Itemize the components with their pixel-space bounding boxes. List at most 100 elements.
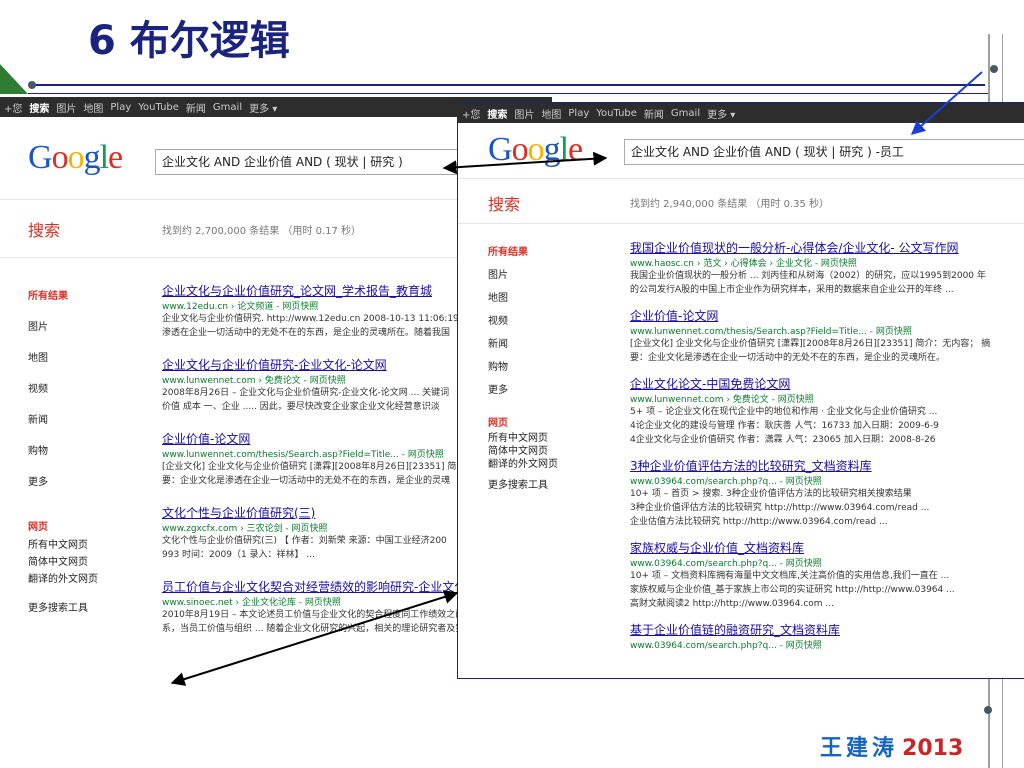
result-title-link[interactable]: 我国企业价值现状的一般分析-心得体会/企业文化- 公文写作网 xyxy=(630,239,1024,256)
sidebar-item[interactable]: 新闻 xyxy=(28,411,98,442)
result-item: 3种企业价值评估方法的比较研究_文档资料库 www.03964.com/searc… xyxy=(630,457,1024,529)
right-sidebar: 所有结果 图片 地图 视频 新闻 购物 更多网页 所有中文网页 简体中文网页 翻译的外文网页 更多搜… xyxy=(488,243,558,491)
underline-right-dot xyxy=(990,65,998,73)
title-underline-secondary xyxy=(28,93,988,94)
result-title-link[interactable]: 3种企业价值评估方法的比较研究_文档资料库 xyxy=(630,457,1024,474)
google-logo: Google xyxy=(488,131,583,169)
topbar-link[interactable]: Gmail xyxy=(671,108,700,119)
result-url[interactable]: www.03964.com/search.php?q... - 网页快照 xyxy=(630,474,1024,487)
stats-divider xyxy=(458,223,1024,224)
result-item: 基于企业价值链的融资研究_文档资料库 www.03964.com/search.p… xyxy=(630,621,1024,651)
result-snippet: 的公司发行A股的中国上市企业作为研究样本，采用的数据来自企业公开的年终 ... xyxy=(630,285,954,295)
sidebar-item[interactable]: 更多 xyxy=(488,381,558,404)
result-stats: 找到约 2,940,000 条结果 （用时 0.35 秒） xyxy=(630,199,830,210)
result-snippet: 企业估值方法比较研究 http://http://www.03964.com/r… xyxy=(630,517,888,527)
result-url[interactable]: www.03964.com/search.php?q... - 网页快照 xyxy=(630,638,1024,651)
title-underline xyxy=(30,84,985,86)
result-stats: 找到约 2,700,000 条结果 （用时 0.17 秒） xyxy=(162,226,362,237)
logo-letter: G xyxy=(488,131,513,168)
result-url[interactable]: www.lunwennet.com/thesis/Search.asp?Fiel… xyxy=(630,324,1024,337)
result-title-link[interactable]: 企业文化论文-中国免费论文网 xyxy=(630,375,1024,392)
header-divider xyxy=(458,178,1024,179)
sidebar-subitem[interactable]: 简体中文网页 xyxy=(488,442,558,457)
result-snippet: 高财文献阅读2 http://http://www.03964.com ... xyxy=(630,599,835,609)
topbar-link[interactable]: 图片 xyxy=(56,100,76,115)
sidebar-item[interactable]: 所有结果 xyxy=(28,287,98,318)
logo-letter: g xyxy=(83,139,101,176)
author-credit: 王建涛 2013 xyxy=(820,730,963,762)
sidebar-subitem[interactable]: 所有中文网页 xyxy=(28,536,98,553)
logo-letter: o xyxy=(51,139,69,176)
result-url[interactable]: www.haosc.cn › 范文 › 心得体会 › 企业文化 - 网页快照 xyxy=(630,256,1024,269)
result-url[interactable]: www.03964.com/search.php?q... - 网页快照 xyxy=(630,556,1024,569)
left-sidebar: 所有结果 图片 地图 视频 新闻 购物 更多网页所有中文网页 简体中文网页 翻译的外文网页 更多搜… xyxy=(28,287,98,614)
result-snippet: 10+ 项 – 首页 > 搜索. 3种企业价值评估方法的比较研究相关搜索结果 xyxy=(630,489,912,499)
google-logo: Google xyxy=(28,139,123,177)
result-item: 家族权威与企业价值_文档资料库 www.03964.com/search.php?… xyxy=(630,539,1024,611)
logo-letter: l xyxy=(99,139,110,176)
author-year: 2013 xyxy=(902,736,964,761)
logo-letter: e xyxy=(108,139,123,176)
topbar-link[interactable]: Play xyxy=(568,108,589,119)
search-heading: 搜索 xyxy=(488,195,521,214)
rule-bottom-dot xyxy=(984,706,992,714)
topbar-link[interactable]: +您 xyxy=(4,100,22,115)
sidebar-item[interactable]: 地图 xyxy=(28,349,98,380)
logo-letter: e xyxy=(568,131,583,168)
result-snippet: 家族权威与企业价值_基于家族上市公司的实证研究 http://http://ww… xyxy=(630,585,955,595)
result-title-link[interactable]: 企业价值-论文网 xyxy=(630,307,1024,324)
sidebar-item[interactable]: 视频 xyxy=(28,380,98,411)
result-item: 企业文化论文-中国免费论文网 www.lunwennet.com › 免费论文 -… xyxy=(630,375,1024,447)
topbar-link[interactable]: YouTube xyxy=(596,108,637,119)
result-snippet: 4企业文化与企业价值研究 作者：潇霖 人气：23065 加入日期：2008-8-… xyxy=(630,435,936,445)
topbar-link[interactable]: 更多 ▾ xyxy=(249,100,277,115)
sidebar-item[interactable]: 地图 xyxy=(488,289,558,312)
logo-letter: o xyxy=(67,139,85,176)
result-snippet: 5+ 项 – 论企业文化在现代企业中的地位和作用 · 企业文化与企业价值研究 .… xyxy=(630,407,938,417)
topbar-link[interactable]: 地图 xyxy=(541,106,561,121)
sidebar-subitem[interactable]: 简体中文网页 xyxy=(28,553,98,570)
sidebar-item[interactable]: 图片 xyxy=(488,266,558,289)
topbar-link[interactable]: 搜索 xyxy=(487,106,507,121)
sidebar-tools-link[interactable]: 更多搜索工具 xyxy=(488,476,558,491)
topbar-link[interactable]: Play xyxy=(110,102,131,113)
result-snippet: 我国企业价值现状的一般分析 ... 刘丙佳和从树海（2002）的研究，应以199… xyxy=(630,271,986,281)
sidebar-tools-link[interactable]: 更多搜索工具 xyxy=(28,599,98,614)
sidebar-item[interactable]: 图片 xyxy=(28,318,98,349)
topbar-link[interactable]: Gmail xyxy=(213,102,242,113)
result-title-link[interactable]: 家族权威与企业价值_文档资料库 xyxy=(630,539,1024,556)
topbar-link[interactable]: YouTube xyxy=(138,102,179,113)
sidebar-item[interactable]: 购物 xyxy=(488,358,558,381)
sidebar-subitem[interactable]: 翻译的外文网页 xyxy=(28,570,98,587)
result-item: 我国企业价值现状的一般分析-心得体会/企业文化- 公文写作网 www.haosc.… xyxy=(630,239,1024,297)
topbar-link[interactable]: 地图 xyxy=(83,100,103,115)
logo-letter: g xyxy=(543,131,561,168)
sidebar-heading-web: 网页 xyxy=(488,418,508,429)
sidebar-heading-web: 网页 xyxy=(28,522,48,533)
sidebar-item[interactable]: 购物 xyxy=(28,442,98,473)
topbar-link[interactable]: 图片 xyxy=(514,106,534,121)
result-title-link[interactable]: 基于企业价值链的融资研究_文档资料库 xyxy=(630,621,1024,638)
sidebar-subitem[interactable]: 所有中文网页 xyxy=(488,429,558,444)
sidebar-subitem[interactable]: 翻译的外文网页 xyxy=(488,455,558,470)
topbar-link[interactable]: 新闻 xyxy=(186,100,206,115)
google-topbar: +您 搜索 图片 地图 Play YouTube 新闻 Gmail 更多 ▾ xyxy=(458,103,1024,123)
topbar-link[interactable]: +您 xyxy=(462,106,480,121)
result-snippet: 3种企业价值评估方法的比较研究 http://http://www.03964.… xyxy=(630,503,930,513)
result-list: 我国企业价值现状的一般分析-心得体会/企业文化- 公文写作网 www.haosc.… xyxy=(630,239,1024,661)
sidebar-item[interactable]: 视频 xyxy=(488,312,558,335)
result-snippet: 4论企业文化的建设与管理 作者：耿庆善 人气：16733 加入日期：2009-6… xyxy=(630,421,939,431)
search-heading: 搜索 xyxy=(28,221,61,240)
logo-letter: l xyxy=(559,131,570,168)
topbar-link[interactable]: 搜索 xyxy=(29,100,49,115)
sidebar-item[interactable]: 新闻 xyxy=(488,335,558,358)
sidebar-item[interactable]: 所有结果 xyxy=(488,243,558,266)
slide-title: 6 布尔逻辑 xyxy=(88,18,290,64)
result-snippet: [企业文化] 企业文化与企业价值研究 [潇霖][2008年8月26日][2335… xyxy=(630,339,991,349)
topbar-link[interactable]: 更多 ▾ xyxy=(707,106,735,121)
topbar-link[interactable]: 新闻 xyxy=(644,106,664,121)
search-input[interactable]: 企业文化 AND 企业价值 AND ( 现状 | 研究 ) -员工 xyxy=(624,139,1024,165)
author-name: 王建涛 xyxy=(820,736,899,761)
result-url[interactable]: www.lunwennet.com › 免费论文 - 网页快照 xyxy=(630,392,1024,405)
sidebar-item[interactable]: 更多 xyxy=(28,473,98,504)
